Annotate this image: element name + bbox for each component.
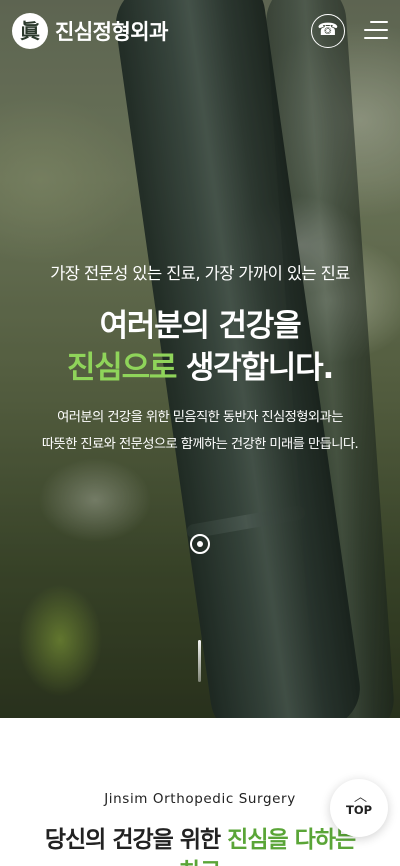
top-button-label: TOP xyxy=(345,803,373,817)
hero-title-line1: 여러분의 건강을 xyxy=(99,308,302,344)
hero-description-line1: 여러분의 건강을 위한 믿음직한 동반자 진심정형외과는 xyxy=(57,410,343,425)
menu-button[interactable] xyxy=(362,21,388,41)
hero-description-line2: 따뜻한 진료와 전문성으로 함께하는 건강한 미래를 만듭니다. xyxy=(41,437,359,452)
logo-text[interactable]: 진심정형외과 xyxy=(55,16,168,46)
menu-icon-bar xyxy=(370,21,388,23)
scroll-to-top-button[interactable]: ︿ TOP xyxy=(330,779,388,837)
scroll-indicator-icon[interactable] xyxy=(190,534,210,554)
hero-title-rest: 생각합니다. xyxy=(176,350,334,386)
hero-section: 가장 전문성 있는 진료, 가장 가까이 있는 진료 여러분의 건강을 진심으로… xyxy=(0,0,400,718)
site-header: 眞 진심정형외과 ☎ xyxy=(0,0,400,62)
hero-title-highlight: 진심으로 xyxy=(66,350,177,386)
section-title-highlight: 진심을 다하는 xyxy=(227,827,356,853)
hero-title-line2: 진심으로 생각합니다. xyxy=(0,342,400,387)
section-title-plain: 당신의 건강을 위한 xyxy=(44,827,228,853)
phone-icon: ☎ xyxy=(317,20,339,40)
section-title-line2: 치료 xyxy=(0,852,400,866)
menu-icon-bar xyxy=(364,29,388,31)
menu-icon-bar xyxy=(364,37,388,39)
hero-subtitle: 가장 전문성 있는 진료, 가장 가까이 있는 진료 xyxy=(50,264,350,283)
scroll-progress-line xyxy=(198,640,201,682)
logo-icon[interactable]: 眞 xyxy=(12,13,48,49)
phone-button[interactable]: ☎ xyxy=(311,14,345,48)
